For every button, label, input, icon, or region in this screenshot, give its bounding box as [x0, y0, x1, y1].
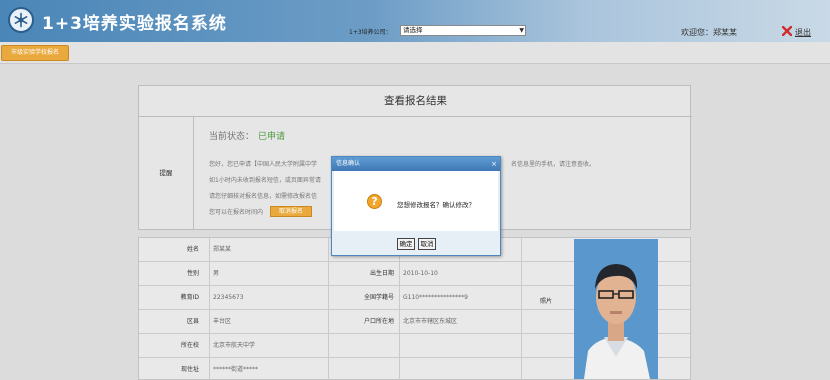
- message-line: 您好，您已申请【中国人民大学附属中学: [209, 161, 318, 168]
- student-info-table: 姓名 郑某某 性别 男 出生日期 2010-10-10 教育ID 2234567…: [138, 237, 692, 380]
- message-line: 请您仔细核对报名信息，如需修改报名信: [209, 193, 318, 200]
- cancel-registration-button[interactable]: 取消报名: [270, 206, 312, 217]
- course-select[interactable]: 请选择 ▼: [400, 25, 526, 36]
- district-label: 区县: [186, 318, 199, 325]
- dialog-title: 信息确认: [336, 160, 361, 167]
- student-photo: [574, 239, 658, 379]
- logo-icon: [8, 7, 34, 33]
- app-title: 1+3培养实验报名系统: [42, 14, 227, 34]
- gender-label: 性别: [186, 270, 199, 277]
- tip-label: 提醒: [139, 117, 194, 230]
- dialog-message: 您想修改报名？确认修改？: [397, 201, 475, 209]
- gender-value: 男: [213, 270, 220, 277]
- national-id-label: 全国学籍号: [363, 294, 394, 301]
- tab-bar: [0, 42, 830, 64]
- photo-label: 照片: [539, 298, 552, 305]
- edu-id-label: 教育ID: [180, 294, 199, 301]
- logout-link[interactable]: 退出: [795, 27, 811, 38]
- confirm-button[interactable]: 确定: [397, 238, 415, 250]
- birth-label: 出生日期: [369, 270, 394, 277]
- hukou-label: 户口所在地: [363, 318, 394, 325]
- address-label: 现住址: [180, 366, 199, 373]
- message-line: 如1小时内未收到报名短信，或页面异常请: [209, 177, 321, 184]
- name-value: 郑某某: [213, 246, 232, 253]
- birth-value: 2010-10-10: [403, 270, 438, 277]
- address-value: ******街道*****: [213, 366, 259, 373]
- message-line: 您可以在报名时间内: [209, 209, 264, 216]
- dialog-body: ? 您想修改报名？确认修改？: [334, 171, 498, 231]
- name-label: 姓名: [186, 246, 199, 253]
- welcome-text: 欢迎您：郑某某: [681, 28, 737, 37]
- message-line-tail: 名信息里的手机，请注意查收。: [511, 161, 596, 168]
- course-select-value: 请选择: [403, 26, 423, 34]
- header: 1+3培养实验报名系统 1+3培养公司： 请选择 ▼ 欢迎您：郑某某 退出: [0, 0, 830, 42]
- status-label: 当前状态：: [209, 132, 255, 142]
- panel-title: 查看报名结果: [139, 86, 692, 117]
- status-line: 当前状态： 已申请: [209, 129, 285, 142]
- tab-school-registration[interactable]: 市级实验学校报名: [1, 45, 69, 61]
- edu-id-value: 22345673: [213, 294, 244, 301]
- national-id-value: G110***************9: [403, 294, 468, 301]
- district-value: 丰台区: [213, 318, 232, 325]
- confirm-dialog: 信息确认 × ? 您想修改报名？确认修改？ 确定 取消: [331, 156, 501, 256]
- school-label: 所在校: [180, 342, 199, 349]
- cancel-button[interactable]: 取消: [418, 238, 436, 250]
- close-icon[interactable]: ×: [491, 157, 497, 171]
- school-value: 北京市航天中学: [213, 342, 256, 349]
- course-label: 1+3培养公司：: [349, 29, 392, 36]
- logout-icon[interactable]: [782, 26, 792, 36]
- dialog-titlebar: 信息确认 ×: [332, 157, 500, 171]
- question-icon: ?: [367, 194, 382, 209]
- status-value: 已申请: [258, 132, 286, 142]
- hukou-value: 北京市市辖区东城区: [403, 318, 458, 325]
- chevron-down-icon: ▼: [519, 27, 524, 34]
